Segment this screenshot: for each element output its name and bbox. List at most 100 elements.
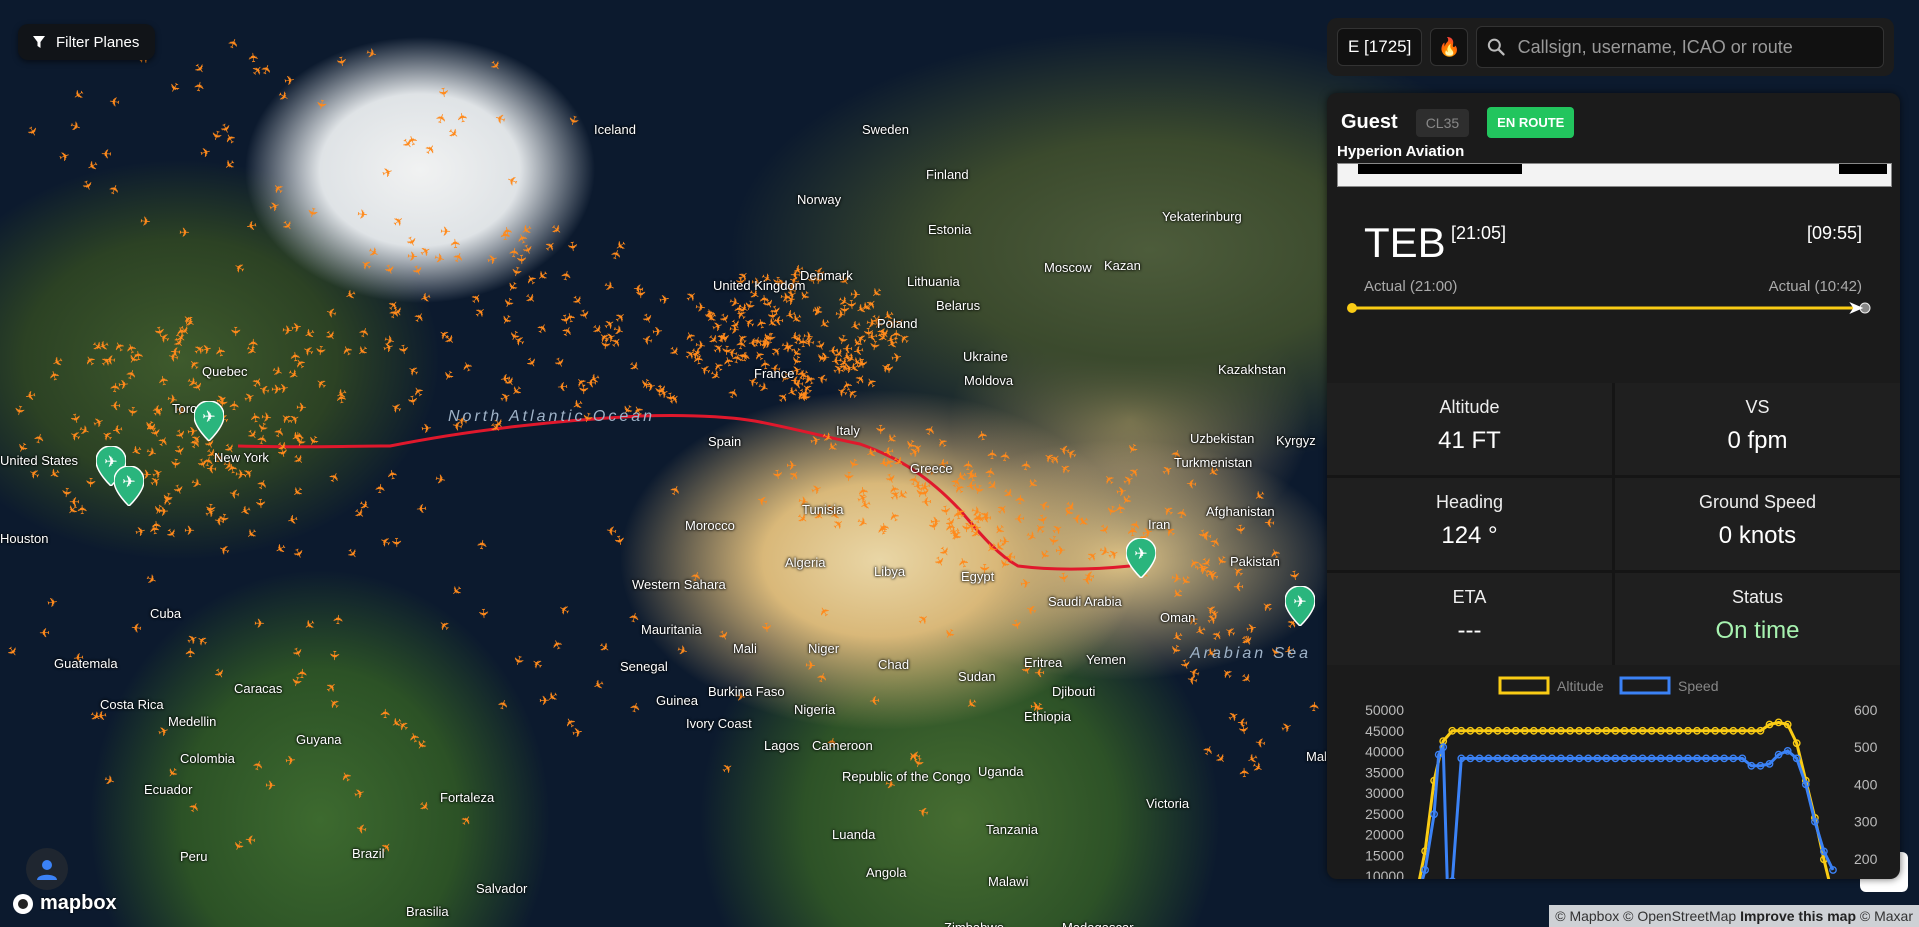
plane-marker[interactable]: ✈ [1286, 568, 1303, 581]
plane-marker[interactable]: ✈ [101, 146, 112, 161]
plane-marker[interactable]: ✈ [448, 237, 464, 249]
plane-marker[interactable]: ✈ [475, 608, 491, 620]
plane-marker[interactable]: ✈ [433, 471, 447, 488]
legend-swatch[interactable] [1498, 676, 1550, 695]
plane-marker[interactable]: ✈ [921, 493, 933, 509]
plane-marker[interactable]: ✈ [1254, 734, 1267, 751]
plane-marker[interactable]: ✈ [277, 380, 290, 396]
plane-marker[interactable]: ✈ [1018, 459, 1035, 472]
plane-marker[interactable]: ✈ [965, 466, 977, 482]
legend-label[interactable]: Speed [1678, 678, 1718, 694]
plane-marker[interactable]: ✈ [245, 217, 259, 234]
plane-marker[interactable]: ✈ [868, 693, 880, 709]
plane-marker[interactable]: ✈ [1004, 549, 1016, 565]
plane-marker[interactable]: ✈ [331, 613, 347, 625]
plane-marker[interactable]: ✈ [124, 405, 140, 418]
plane-marker[interactable]: ✈ [805, 658, 817, 674]
plane-marker[interactable]: ✈ [130, 619, 143, 635]
plane-marker[interactable]: ✈ [454, 110, 471, 124]
search-box[interactable] [1476, 26, 1884, 68]
plane-marker[interactable]: ✈ [769, 468, 785, 481]
plane-marker[interactable]: ✈ [1185, 475, 1197, 491]
plane-marker[interactable]: ✈ [880, 363, 896, 375]
plane-marker[interactable]: ✈ [313, 97, 330, 111]
attribution-maxar-link[interactable]: © Maxar [1860, 908, 1913, 924]
plane-marker[interactable]: ✈ [924, 518, 941, 532]
search-input[interactable] [1515, 35, 1873, 59]
plane-marker[interactable]: ✈ [802, 328, 815, 344]
plane-marker[interactable]: ✈ [440, 224, 451, 239]
plane-marker[interactable]: ✈ [1082, 572, 1093, 587]
plane-marker[interactable]: ✈ [1018, 575, 1031, 592]
airport-pin-middle-east[interactable]: ✈ [1126, 538, 1156, 578]
plane-marker[interactable]: ✈ [253, 616, 264, 631]
plane-marker[interactable]: ✈ [632, 281, 644, 297]
plane-marker[interactable]: ✈ [39, 625, 50, 640]
plane-marker[interactable]: ✈ [228, 326, 243, 337]
airport-pin-mumbai[interactable]: ✈ [1285, 586, 1315, 626]
plane-marker[interactable]: ✈ [203, 503, 219, 515]
legend-swatch[interactable] [1619, 676, 1671, 695]
plane-marker[interactable]: ✈ [281, 322, 293, 338]
airport-pin-us-2[interactable]: ✈ [114, 466, 144, 506]
plane-marker[interactable]: ✈ [110, 422, 124, 439]
plane-marker[interactable]: ✈ [694, 338, 707, 355]
plane-marker[interactable]: ✈ [758, 621, 774, 633]
plane-marker[interactable]: ✈ [829, 352, 842, 369]
plane-marker[interactable]: ✈ [1306, 701, 1322, 713]
plane-marker[interactable]: ✈ [733, 337, 750, 351]
plane-marker[interactable]: ✈ [997, 450, 1014, 463]
plane-marker[interactable]: ✈ [296, 399, 307, 414]
plane-marker[interactable]: ✈ [389, 536, 404, 547]
plane-marker[interactable]: ✈ [179, 225, 190, 240]
plane-marker[interactable]: ✈ [326, 649, 341, 660]
filter-planes-button[interactable]: Filter Planes [18, 24, 156, 60]
plane-marker[interactable]: ✈ [757, 294, 773, 306]
plane-marker[interactable]: ✈ [151, 402, 163, 418]
plane-marker[interactable]: ✈ [406, 249, 418, 265]
plane-marker[interactable]: ✈ [1013, 494, 1029, 506]
plane-marker[interactable]: ✈ [235, 467, 247, 483]
plane-marker[interactable]: ✈ [82, 476, 98, 488]
plane-marker[interactable]: ✈ [46, 594, 59, 611]
plane-marker[interactable]: ✈ [998, 533, 1011, 549]
legend-label[interactable]: Altitude [1557, 678, 1604, 694]
fire-icon[interactable]: 🔥 [1430, 28, 1469, 66]
plane-marker[interactable]: ✈ [183, 647, 198, 658]
improve-map-link[interactable]: Improve this map [1740, 908, 1856, 924]
plane-marker[interactable]: ✈ [912, 477, 925, 494]
plane-marker[interactable]: ✈ [841, 471, 857, 483]
plane-marker[interactable]: ✈ [264, 778, 275, 793]
plane-marker[interactable]: ✈ [853, 355, 867, 372]
plane-marker[interactable]: ✈ [984, 449, 999, 460]
plane-marker[interactable]: ✈ [435, 86, 451, 99]
plane-marker[interactable]: ✈ [252, 498, 268, 510]
airport-pin-toronto[interactable]: ✈ [194, 401, 224, 441]
attribution-mapbox-link[interactable]: © Mapbox [1555, 908, 1619, 924]
plane-marker[interactable]: ✈ [850, 287, 862, 303]
plane-marker[interactable]: ✈ [372, 482, 388, 495]
plane-marker[interactable]: ✈ [1232, 523, 1248, 535]
plane-marker[interactable]: ✈ [1013, 511, 1025, 527]
plane-marker[interactable]: ✈ [565, 240, 581, 253]
plane-marker[interactable]: ✈ [1235, 723, 1251, 736]
plane-marker[interactable]: ✈ [356, 206, 369, 222]
plane-marker[interactable]: ✈ [974, 428, 991, 442]
plane-marker[interactable]: ✈ [118, 376, 130, 392]
plane-marker[interactable]: ✈ [140, 214, 152, 230]
plane-marker[interactable]: ✈ [244, 832, 257, 848]
user-avatar-button[interactable] [26, 848, 68, 890]
plane-marker[interactable]: ✈ [474, 538, 491, 551]
plane-marker[interactable]: ✈ [108, 94, 121, 110]
plane-marker[interactable]: ✈ [184, 524, 195, 537]
plane-marker[interactable]: ✈ [420, 420, 432, 436]
plane-marker[interactable]: ✈ [1233, 579, 1244, 594]
plane-marker[interactable]: ✈ [1236, 767, 1251, 778]
plane-marker[interactable]: ✈ [557, 379, 569, 395]
plane-marker[interactable]: ✈ [109, 398, 120, 413]
plane-marker[interactable]: ✈ [658, 291, 672, 308]
server-mode-pill[interactable]: E [1725] [1337, 28, 1423, 66]
plane-marker[interactable]: ✈ [284, 752, 296, 768]
attribution-osm-link[interactable]: © OpenStreetMap [1623, 908, 1736, 924]
plane-marker[interactable]: ✈ [167, 457, 183, 470]
